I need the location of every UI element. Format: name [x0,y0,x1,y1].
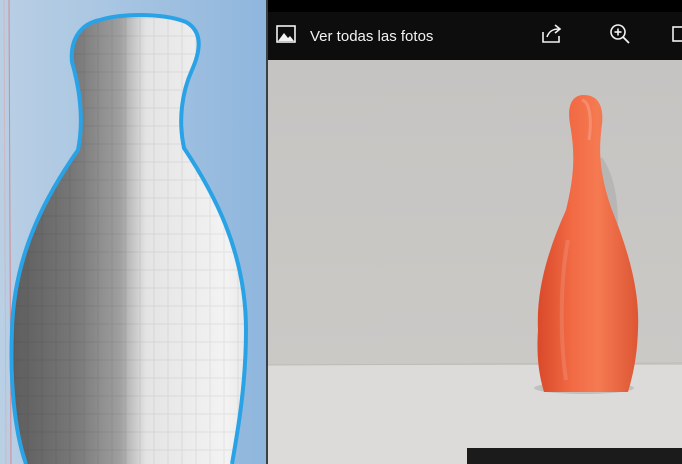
share-icon [541,23,563,49]
zoom-in-button[interactable] [606,22,634,50]
photos-icon [276,24,296,48]
more-icon [670,24,682,49]
photo-viewer: Ver todas las fotos [268,0,682,464]
title-strip [268,0,682,12]
see-all-photos-button[interactable]: Ver todas las fotos [276,22,433,50]
vase-model [3,0,249,464]
see-all-photos-label: Ver todas las fotos [310,27,434,45]
3d-viewport[interactable] [0,0,266,464]
zoom-in-icon [609,23,631,50]
share-button[interactable] [538,22,566,50]
filmstrip-bar [467,448,682,464]
photo-canvas[interactable] [268,60,682,464]
viewer-toolbar: Ver todas las fotos [268,12,682,60]
more-button[interactable] [670,22,682,50]
bowling-pin-photo [268,60,682,464]
